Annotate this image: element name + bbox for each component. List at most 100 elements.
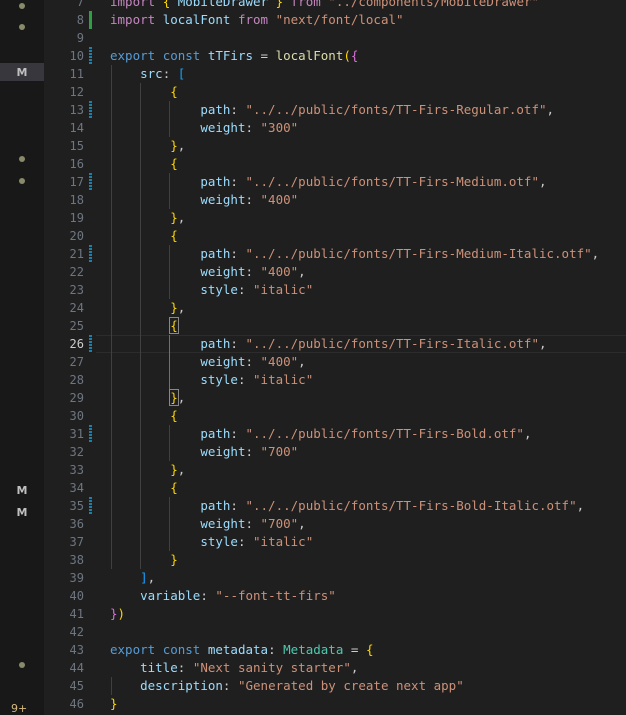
change-dot-icon[interactable] xyxy=(19,156,25,162)
line-number: 23 xyxy=(69,283,84,297)
code-line-43[interactable]: export const metadata: Metadata = { xyxy=(110,641,373,659)
code-line-33[interactable]: }, xyxy=(110,461,185,479)
code-line-30[interactable]: { xyxy=(110,407,178,425)
code-line-41[interactable]: }) xyxy=(110,605,125,623)
token-function: localFont xyxy=(275,48,344,63)
change-dot-icon[interactable] xyxy=(19,178,25,184)
token-punctuation: : xyxy=(200,588,208,603)
code-line-25[interactable]: { xyxy=(110,317,179,335)
code-line-8[interactable]: import localFont from "next/font/local" xyxy=(110,11,404,29)
code-line-40[interactable]: variable: "--font-tt-firs" xyxy=(110,587,336,605)
token-keyword: export xyxy=(110,48,156,63)
diff-modified-indicator[interactable] xyxy=(89,497,92,515)
token-property: weight xyxy=(200,120,246,135)
diff-added-indicator[interactable] xyxy=(89,11,92,29)
token-punctuation: , xyxy=(177,138,186,153)
code-line-44[interactable]: title: "Next sanity starter", xyxy=(110,659,358,677)
code-line-20[interactable]: { xyxy=(110,227,178,245)
line-number: 33 xyxy=(69,463,84,477)
code-line-18[interactable]: weight: "400" xyxy=(110,191,298,209)
token-string: "../components/MobileDrawer" xyxy=(328,0,540,9)
token-bracket: { xyxy=(170,84,178,99)
code-line-19[interactable]: }, xyxy=(110,209,185,227)
line-number: 24 xyxy=(69,301,84,315)
code-line-31[interactable]: path: "../../public/fonts/TT-Firs-Bold.o… xyxy=(110,425,531,443)
token-string: "400" xyxy=(260,264,299,279)
code-editor[interactable]: import { MobileDrawer } from "../compone… xyxy=(96,0,626,715)
line-number: 9 xyxy=(76,31,84,45)
code-line-7[interactable]: import { MobileDrawer } from "../compone… xyxy=(110,0,539,11)
token-string: "italic" xyxy=(253,372,314,387)
code-line-24[interactable]: }, xyxy=(110,299,185,317)
change-dot-icon[interactable] xyxy=(19,24,25,30)
code-line-26[interactable]: path: "../../public/fonts/TT-Firs-Italic… xyxy=(110,335,547,353)
modified-marker[interactable]: M xyxy=(0,503,44,521)
token-punctuation: , xyxy=(576,498,585,513)
diff-modified-indicator[interactable] xyxy=(89,173,92,191)
code-line-13[interactable]: path: "../../public/fonts/TT-Firs-Regula… xyxy=(110,101,554,119)
change-dot-icon[interactable] xyxy=(19,662,25,668)
modified-marker[interactable]: M xyxy=(0,481,44,499)
token-string: "next/font/local" xyxy=(275,12,404,27)
code-line-28[interactable]: style: "italic" xyxy=(110,371,313,389)
token-punctuation: , xyxy=(177,210,186,225)
code-line-29[interactable]: }, xyxy=(110,389,185,407)
token-punctuation: , xyxy=(298,264,306,279)
code-line-34[interactable]: { xyxy=(110,479,178,497)
line-number-gutter[interactable]: 7 8 9 10 11 12 13 14 15 16 17 18 19 20 2… xyxy=(44,0,88,715)
token-property: src xyxy=(140,66,163,81)
code-line-46[interactable]: } xyxy=(110,695,118,713)
line-number: 18 xyxy=(69,193,84,207)
diff-modified-indicator[interactable] xyxy=(89,47,92,65)
token-punctuation: : xyxy=(230,246,238,261)
code-line-10[interactable]: export const tTFirs = localFont({ xyxy=(110,47,358,65)
code-line-37[interactable]: style: "italic" xyxy=(110,533,313,551)
token-property: weight xyxy=(200,192,246,207)
code-line-14[interactable]: weight: "300" xyxy=(110,119,298,137)
modified-marker[interactable]: M xyxy=(0,63,44,81)
line-number: 17 xyxy=(69,175,84,189)
token-bracket: [ xyxy=(177,66,186,81)
token-bracket: { xyxy=(162,0,171,9)
line-number: 28 xyxy=(69,373,84,387)
code-line-27[interactable]: weight: "400", xyxy=(110,353,305,371)
change-dot-icon[interactable] xyxy=(19,3,25,9)
code-line-22[interactable]: weight: "400", xyxy=(110,263,306,281)
token-string: "700" xyxy=(260,516,299,531)
line-number: 35 xyxy=(69,499,84,513)
code-line-23[interactable]: style: "italic" xyxy=(110,281,313,299)
code-line-32[interactable]: weight: "700" xyxy=(110,443,298,461)
token-punctuation: , xyxy=(538,174,547,189)
diff-modified-indicator[interactable] xyxy=(89,425,92,443)
code-line-16[interactable]: { xyxy=(110,155,178,173)
line-number: 27 xyxy=(69,355,84,369)
token-string: "italic" xyxy=(253,534,314,549)
token-punctuation: : xyxy=(245,354,253,369)
token-property: weight xyxy=(200,264,246,279)
token-property: style xyxy=(200,372,238,387)
code-line-11[interactable]: src: [ xyxy=(110,65,185,83)
code-line-38[interactable]: } xyxy=(110,551,178,569)
token-punctuation: , xyxy=(538,336,547,351)
code-line-39[interactable]: ], xyxy=(110,569,155,587)
token-bracket: { xyxy=(170,156,178,171)
code-line-12[interactable]: { xyxy=(110,83,178,101)
token-keyword: const xyxy=(162,642,201,657)
code-line-21[interactable]: path: "../../public/fonts/TT-Firs-Medium… xyxy=(110,245,599,263)
token-bracket: } xyxy=(170,462,178,477)
notification-badge[interactable]: 9+ xyxy=(11,702,27,715)
token-punctuation: : xyxy=(230,102,238,117)
code-line-17[interactable]: path: "../../public/fonts/TT-Firs-Medium… xyxy=(110,173,547,191)
token-string: "700" xyxy=(260,444,299,459)
code-line-45[interactable]: description: "Generated by create next a… xyxy=(110,677,464,695)
line-number: 44 xyxy=(69,661,84,675)
diff-modified-indicator[interactable] xyxy=(89,335,92,353)
token-punctuation: : xyxy=(237,534,246,549)
code-line-36[interactable]: weight: "700", xyxy=(110,515,305,533)
code-line-35[interactable]: path: "../../public/fonts/TT-Firs-Bold-I… xyxy=(110,497,584,515)
line-number: 32 xyxy=(69,445,84,459)
diff-modified-indicator[interactable] xyxy=(89,101,92,119)
code-line-15[interactable]: }, xyxy=(110,137,185,155)
diff-modified-indicator[interactable] xyxy=(89,245,92,263)
token-keyword: export xyxy=(110,642,156,657)
